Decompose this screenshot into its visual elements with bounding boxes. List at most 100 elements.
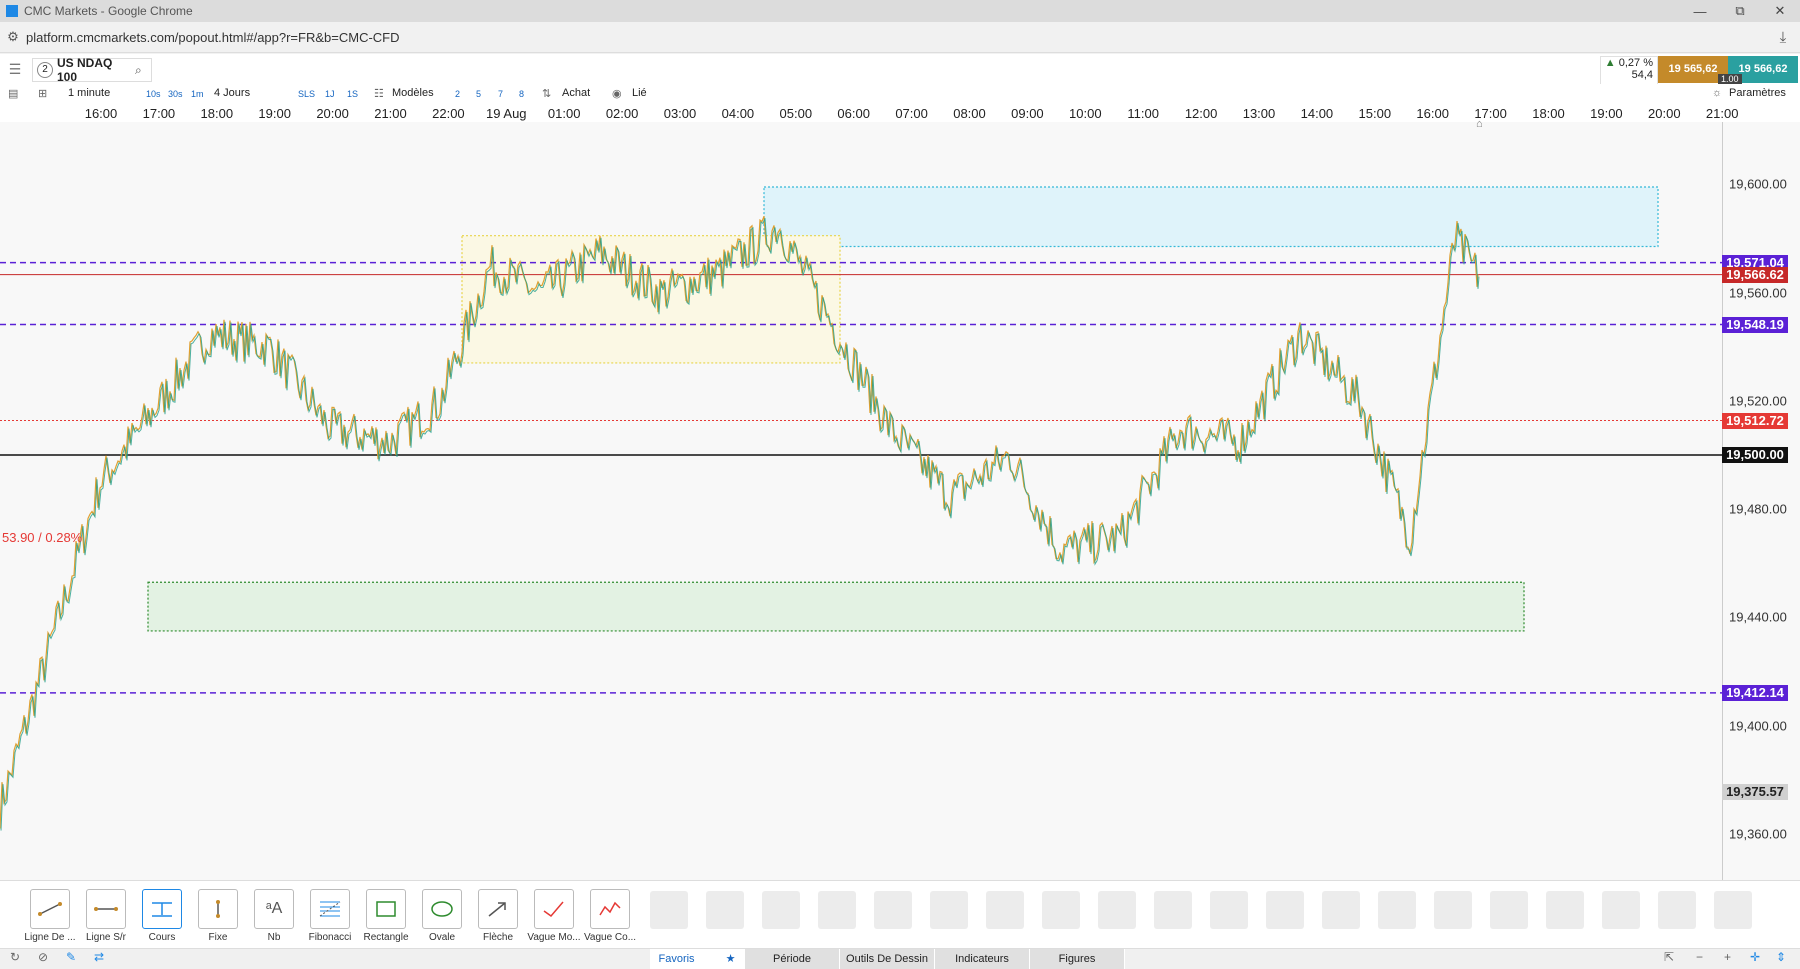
empty-tool-slot[interactable] [1098,891,1136,929]
interval-select[interactable]: 1 minute [68,87,110,99]
tool-fibonacci[interactable]: Fibonacci [302,889,358,943]
time-tick: 22:00 [432,106,465,121]
empty-tool-slot[interactable] [1490,891,1528,929]
vertical-line-icon [198,889,238,929]
tool-rectangle[interactable]: Rectangle [358,889,414,943]
count-2[interactable]: 2 [455,89,460,99]
price-tick: 19,400.00 [1729,718,1787,734]
layout-icon[interactable]: ⊞ [38,87,47,100]
empty-tool-slot[interactable] [818,891,856,929]
tool-label: Rectangle [363,932,409,943]
tool-label: Vague Mo... [527,932,581,943]
time-tick: 16:00 [84,106,118,121]
time-tick: 13:00 [1242,106,1276,121]
time-tick: 19:00 [1590,106,1623,121]
refresh-icon[interactable]: ↻ [10,950,20,964]
tab-period[interactable]: Période [745,949,840,969]
buy-mode-button[interactable]: Achat [562,87,590,99]
empty-tool-slot[interactable] [1266,891,1304,929]
empty-tool-slot[interactable] [650,891,688,929]
chart-canvas[interactable] [0,122,1722,880]
empty-tool-slot[interactable] [1658,891,1696,929]
tool-wave-motive[interactable]: Vague Mo... [526,889,582,943]
empty-tool-slot[interactable] [1042,891,1080,929]
time-axis: 16:00 17:00 18:00 19:00 20:00 21:00 22:00 19 Au… [0,104,1800,123]
templates-button[interactable]: Modèles [392,87,434,99]
toggle-1s[interactable]: 1S [347,89,358,99]
empty-tool-slot[interactable] [1210,891,1248,929]
price-chart[interactable]: 53.90 / 0.28% [0,122,1722,880]
empty-tool-slot[interactable] [1378,891,1416,929]
home-marker-icon[interactable]: ⌂ [1476,118,1488,130]
time-tick: 06:00 [837,106,870,121]
zoom-in-icon[interactable]: + [1724,950,1731,964]
linked-button[interactable]: Lié [632,87,647,99]
empty-tool-slot[interactable] [874,891,912,929]
zone-support [147,581,1525,632]
bottom-bar: ↻ ⊘ ✎ ⇄ Favoris ★ Période Outils De Dess… [0,948,1800,969]
empty-tool-slot[interactable] [706,891,744,929]
zoom-reset-icon[interactable]: ⇱ [1664,950,1674,964]
minimize-button[interactable]: — [1680,4,1720,19]
tool-horizontal-line[interactable]: Ligne S/r [78,889,134,943]
interval-10s[interactable]: 10s [146,89,161,99]
tool-price[interactable]: Cours [134,889,190,943]
tab-figures[interactable]: Figures [1030,949,1125,969]
price-tick: 19,600.00 [1729,176,1787,192]
url-field[interactable]: platform.cmcmarkets.com/popout.html#/app… [26,30,1766,45]
empty-tool-slot[interactable] [1434,891,1472,929]
tool-oval[interactable]: Ovale [414,889,470,943]
count-5[interactable]: 5 [476,89,481,99]
close-button[interactable]: ✕ [1760,3,1800,19]
interval-1m[interactable]: 1m [191,89,204,99]
empty-tool-slot[interactable] [1602,891,1640,929]
toggle-sls[interactable]: SLS [298,89,315,99]
instrument-selector[interactable]: 2 US NDAQ 100 ⌕ [32,56,152,84]
change-points: 54,4 [1631,69,1653,81]
interval-30s[interactable]: 30s [168,89,183,99]
empty-tool-slot[interactable] [986,891,1024,929]
templates-icon: ☷ [374,88,384,100]
tool-arrow[interactable]: Flèche [470,889,526,943]
empty-tool-slot[interactable] [1546,891,1584,929]
magnet-icon[interactable]: ⇄ [94,950,104,964]
tab-favorites[interactable]: Favoris ★ [650,949,745,969]
tab-indicators[interactable]: Indicateurs [935,949,1030,969]
trade-icon: ⇅ [542,88,552,100]
toggle-1j[interactable]: 1J [325,89,335,99]
empty-tool-slot[interactable] [930,891,968,929]
zoom-out-icon[interactable]: − [1696,950,1703,964]
time-tick: 14:00 [1300,106,1334,121]
clear-icon[interactable]: ⊘ [38,950,48,964]
tool-trend-line[interactable]: Ligne De ... [22,889,78,943]
tool-label: Ovale [428,932,456,943]
menu-icon[interactable]: ☰ [4,59,26,79]
time-tick: 18:00 [1532,106,1565,121]
restore-button[interactable]: ⧉ [1720,3,1760,19]
instrument-bar: ☰ 2 US NDAQ 100 ⌕ ▲ 0,27 % 54,4 19 565,6… [0,54,1800,85]
empty-tool-slot[interactable] [1322,891,1360,929]
crosshair-icon[interactable]: ✛ [1750,950,1760,964]
list-icon[interactable]: ▤ [8,87,18,100]
tab-drawing-tools[interactable]: Outils De Dessin [840,949,935,969]
window-titlebar: CMC Markets - Google Chrome — ⧉ ✕ [0,0,1800,22]
empty-tool-slot[interactable] [762,891,800,929]
count-7[interactable]: 7 [498,89,503,99]
site-info-icon[interactable]: ⚙ [0,29,26,45]
tool-fixed[interactable]: Fixe [190,889,246,943]
count-8[interactable]: 8 [519,89,524,99]
search-icon[interactable]: ⌕ [135,63,151,78]
empty-tool-slot[interactable] [1154,891,1192,929]
settings-button[interactable]: Paramètres [1729,87,1786,99]
tool-wave-corrective[interactable]: Vague Co... [582,889,638,943]
empty-tool-slot[interactable] [1714,891,1752,929]
price-axis[interactable]: 19,600.00 19,560.00 19,520.00 19,480.00 19,4… [1722,122,1800,880]
tool-label: Flèche [482,932,513,943]
pencil-icon[interactable]: ✎ [66,950,76,964]
time-tick: 18:00 [200,106,234,121]
tool-text[interactable]: ᵃA Nb [246,889,302,943]
time-tick: 09:00 [1011,106,1044,121]
download-icon[interactable]: ⤓ [1766,29,1800,46]
fit-icon[interactable]: ⇕ [1776,950,1786,964]
range-select[interactable]: 4 Jours [214,87,250,99]
